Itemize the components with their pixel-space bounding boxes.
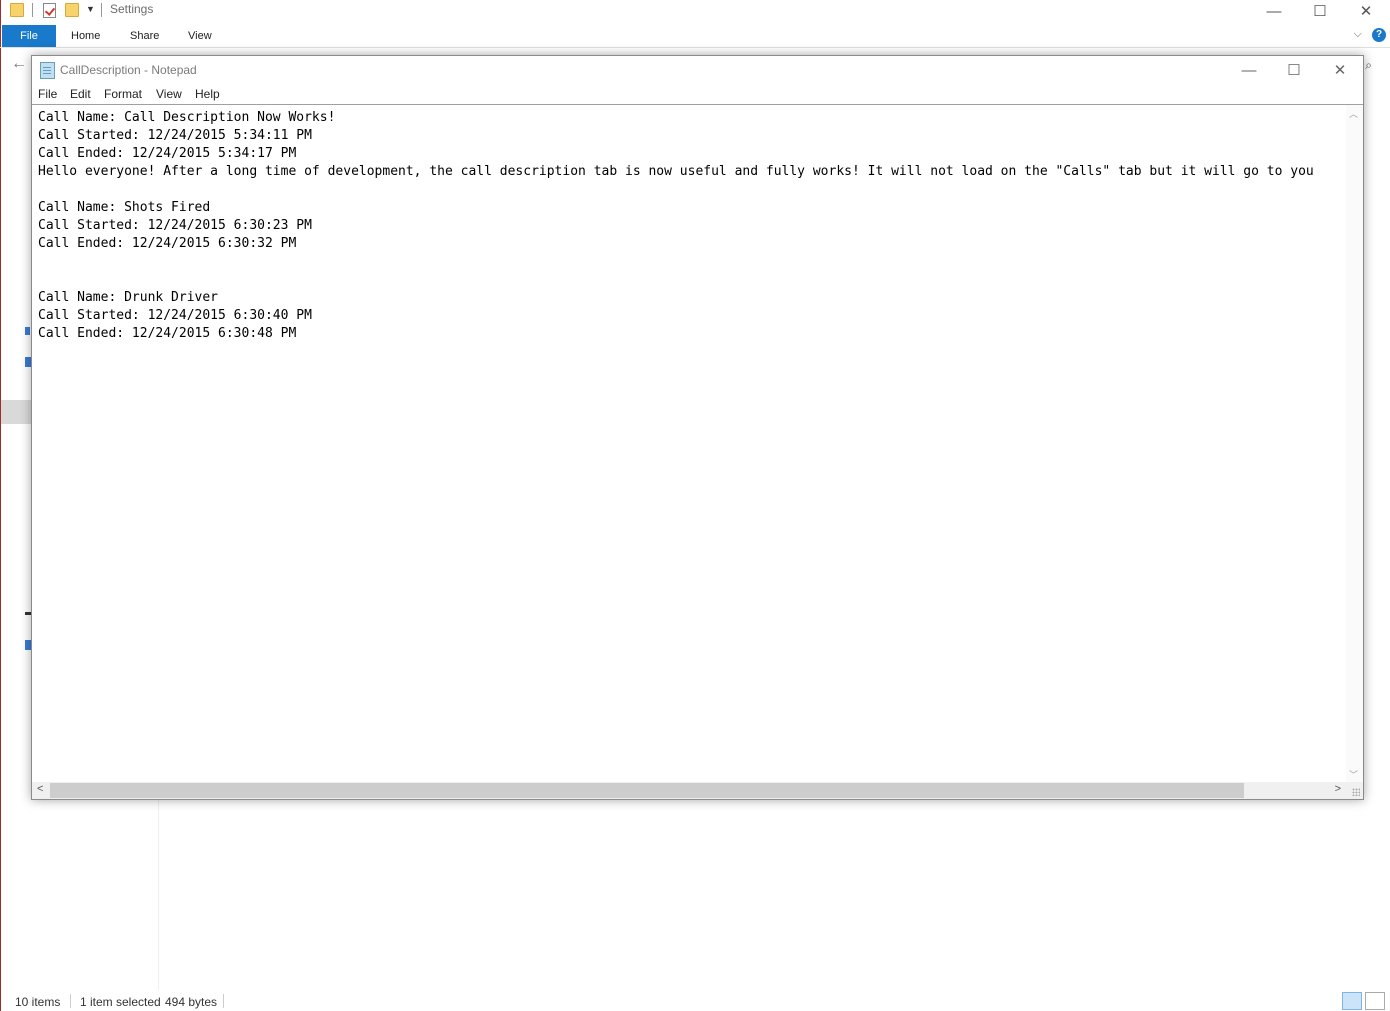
- document-text[interactable]: Call Name: Call Description Now Works! C…: [38, 109, 1342, 781]
- folder-icon: [10, 1, 24, 19]
- scroll-left-icon[interactable]: <: [37, 783, 43, 795]
- window-border: [0, 0, 1, 1011]
- new-folder-icon[interactable]: [65, 1, 79, 19]
- status-size: 494 bytes: [165, 995, 218, 1009]
- tab-home[interactable]: Home: [71, 25, 100, 47]
- menu-file[interactable]: File: [38, 87, 57, 101]
- text-editor[interactable]: Call Name: Call Description Now Works! C…: [32, 104, 1363, 799]
- scroll-down-icon[interactable]: ﹀: [1349, 768, 1358, 781]
- maximize-button[interactable]: ☐: [1271, 56, 1317, 84]
- expand-ribbon-icon[interactable]: ⌵: [1354, 28, 1362, 41]
- ribbon-tabs: File Home Share View: [0, 25, 1390, 48]
- tab-view[interactable]: View: [188, 25, 212, 47]
- vertical-scrollbar[interactable]: ︿ ﹀: [1346, 105, 1363, 783]
- minimize-button[interactable]: —: [1226, 56, 1272, 84]
- status-selection: 1 item selected: [80, 995, 161, 1009]
- back-arrow-icon[interactable]: ←: [11, 55, 27, 73]
- menu-format[interactable]: Format: [104, 87, 142, 101]
- properties-icon[interactable]: [43, 1, 56, 19]
- close-button[interactable]: ✕: [1317, 56, 1363, 84]
- customize-toolbar-icon[interactable]: ▼: [86, 4, 95, 14]
- notepad-titlebar[interactable]: CallDescription - Notepad — ☐ ✕: [32, 56, 1363, 84]
- tab-share[interactable]: Share: [130, 25, 159, 47]
- menu-bar: File Edit Format View Help: [32, 84, 1363, 104]
- separator: [70, 994, 71, 1008]
- scroll-right-icon[interactable]: >: [1335, 783, 1341, 795]
- help-icon[interactable]: ?: [1372, 28, 1386, 42]
- scrollbar-thumb[interactable]: [50, 783, 1244, 798]
- window-title: Settings: [110, 2, 154, 16]
- search-icon[interactable]: ⌕: [1365, 58, 1372, 73]
- separator: [101, 3, 102, 17]
- separator: [223, 994, 224, 1008]
- menu-view[interactable]: View: [156, 87, 182, 101]
- separator: [32, 3, 33, 17]
- large-icons-view-icon[interactable]: [1365, 992, 1385, 1010]
- tab-file[interactable]: File: [2, 25, 56, 47]
- minimize-button[interactable]: —: [1251, 0, 1297, 22]
- notepad-window: CallDescription - Notepad — ☐ ✕ File Edi…: [31, 55, 1364, 800]
- nav-pane-icon: [25, 327, 30, 335]
- status-item-count: 10 items: [15, 995, 61, 1009]
- explorer-titlebar: ▼ Settings — ☐ ✕: [0, 0, 1390, 22]
- status-bar: 10 items 1 item selected 494 bytes: [0, 990, 1390, 1011]
- notepad-title: CallDescription - Notepad: [60, 63, 197, 77]
- menu-edit[interactable]: Edit: [70, 87, 91, 101]
- horizontal-scrollbar[interactable]: < >: [32, 782, 1346, 799]
- pane-divider[interactable]: [158, 800, 159, 990]
- close-button[interactable]: ✕: [1343, 0, 1389, 22]
- details-view-icon[interactable]: [1342, 992, 1362, 1010]
- scroll-up-icon[interactable]: ︿: [1349, 107, 1358, 120]
- notepad-icon[interactable]: [40, 62, 55, 79]
- resize-grip-icon[interactable]: [1346, 782, 1363, 799]
- maximize-button[interactable]: ☐: [1297, 0, 1343, 22]
- menu-help[interactable]: Help: [195, 87, 220, 101]
- nav-pane-selected-item[interactable]: [1, 400, 31, 424]
